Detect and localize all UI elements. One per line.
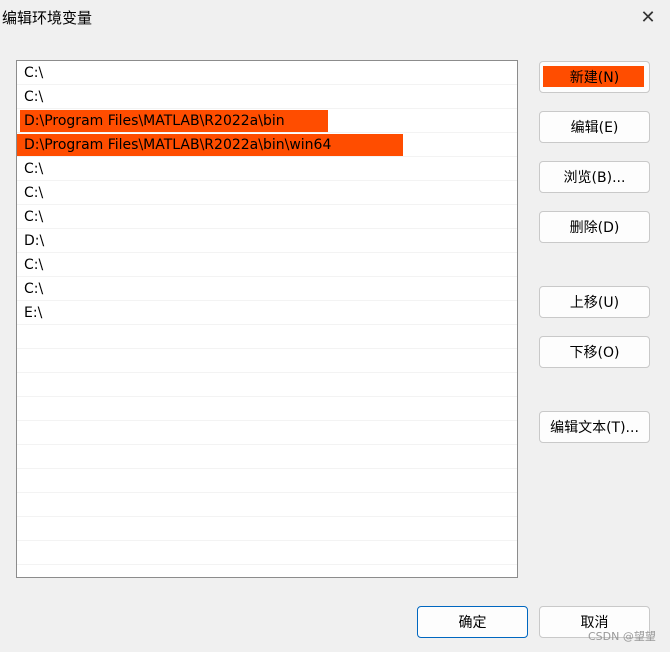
list-item[interactable]: C:\ — [17, 85, 517, 109]
edit-button-label: 编辑(E) — [570, 120, 619, 136]
list-item[interactable]: C:\ — [17, 253, 517, 277]
list-item[interactable] — [17, 325, 517, 349]
move-down-button-label: 下移(O) — [569, 345, 620, 361]
list-item[interactable] — [17, 373, 517, 397]
list-item[interactable]: D:\ — [17, 229, 517, 253]
edit-text-button[interactable]: 编辑文本(T)... — [539, 411, 650, 443]
cancel-button-label: 取消 — [580, 615, 609, 631]
list-item[interactable]: D:\Program Files\MATLAB\R2022a\bin\win64 — [17, 133, 517, 157]
move-up-button[interactable]: 上移(U) — [539, 286, 650, 318]
list-item[interactable]: C:\ — [17, 181, 517, 205]
close-icon: ✕ — [640, 6, 656, 28]
title-bar: 编辑环境变量 ✕ — [0, 0, 670, 36]
list-item[interactable] — [17, 469, 517, 493]
path-list[interactable]: C:\ C:\ D:\Program Files\MATLAB\R2022a\b… — [16, 60, 518, 578]
list-item[interactable] — [17, 349, 517, 373]
list-item[interactable] — [17, 397, 517, 421]
list-item[interactable]: E:\ — [17, 301, 517, 325]
edit-button[interactable]: 编辑(E) — [539, 111, 650, 143]
edit-text-button-label: 编辑文本(T)... — [550, 420, 639, 436]
list-item[interactable] — [17, 541, 517, 565]
list-item[interactable] — [17, 421, 517, 445]
move-up-button-label: 上移(U) — [569, 295, 620, 311]
delete-button[interactable]: 删除(D) — [539, 211, 650, 243]
ok-button[interactable]: 确定 — [417, 606, 528, 638]
list-item[interactable] — [17, 517, 517, 541]
new-button[interactable]: 新建(N) — [539, 61, 650, 93]
window-title: 编辑环境变量 — [2, 9, 93, 27]
browse-button-label: 浏览(B)... — [563, 170, 626, 186]
list-item[interactable]: D:\Program Files\MATLAB\R2022a\bin — [17, 109, 517, 133]
list-item[interactable] — [17, 445, 517, 469]
delete-button-label: 删除(D) — [569, 220, 620, 236]
close-button[interactable]: ✕ — [630, 0, 666, 34]
list-item[interactable]: C:\ — [17, 277, 517, 301]
list-item[interactable]: C:\ — [17, 157, 517, 181]
browse-button[interactable]: 浏览(B)... — [539, 161, 650, 193]
list-item[interactable]: C:\ — [17, 205, 517, 229]
list-item[interactable] — [17, 493, 517, 517]
move-down-button[interactable]: 下移(O) — [539, 336, 650, 368]
ok-button-label: 确定 — [458, 615, 487, 631]
list-item[interactable]: C:\ — [17, 61, 517, 85]
new-button-label: 新建(N) — [569, 70, 620, 86]
